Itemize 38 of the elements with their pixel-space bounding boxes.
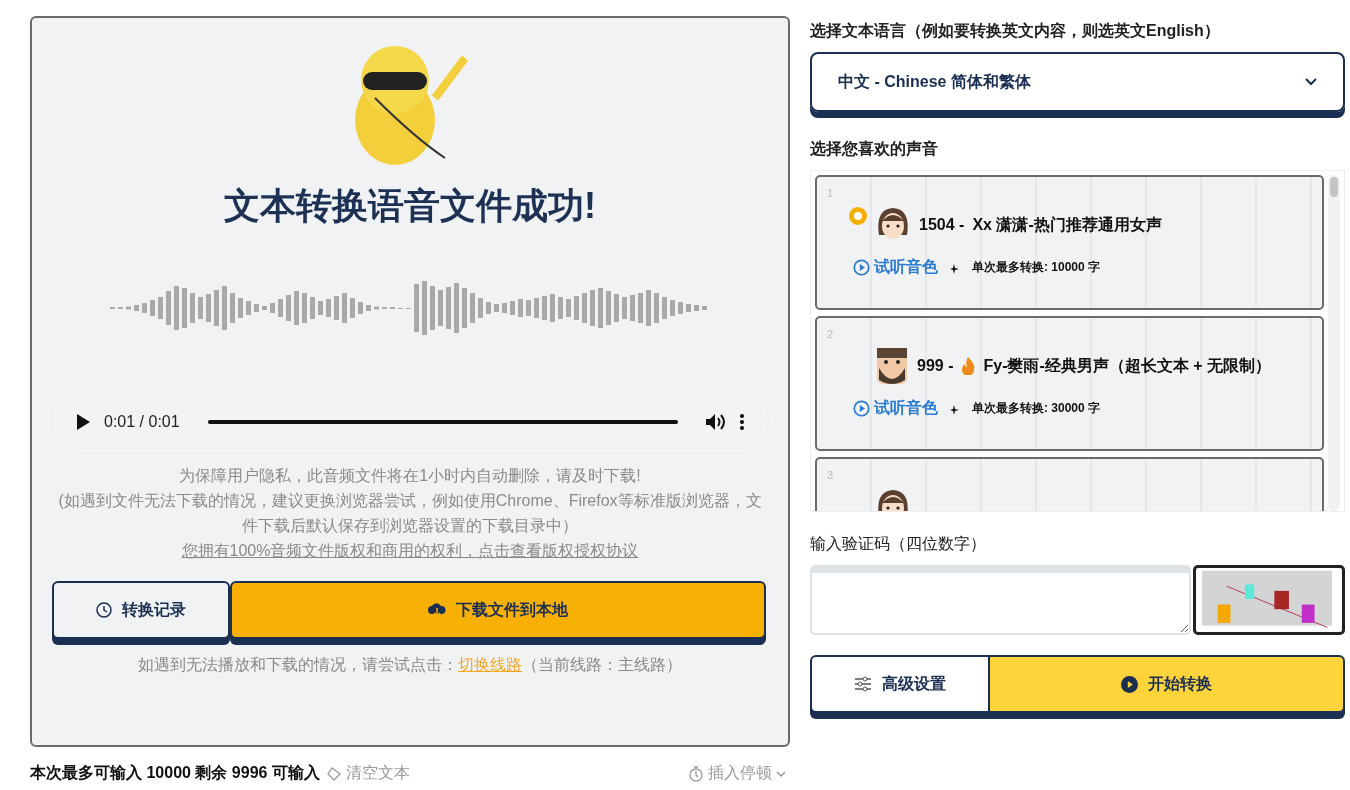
language-label: 选择文本语言（例如要转换英文内容，则选英文English） — [810, 21, 1221, 41]
playback-time: 0:01 / 0:01 — [104, 413, 180, 431]
chevron-down-icon — [1305, 78, 1317, 86]
more-icon[interactable] — [740, 414, 744, 430]
scrollbar[interactable] — [1328, 175, 1340, 511]
voice-code: 1504 - — [919, 216, 965, 234]
chevron-down-icon — [776, 769, 786, 778]
listen-link[interactable]: 试听音色 — [853, 398, 938, 419]
voice-code: 999 - — [917, 357, 954, 375]
voice-label: 选择您喜欢的声音 — [810, 139, 939, 159]
current-route-text: （当前线路：主线路） — [522, 655, 682, 675]
play-circle-icon — [1121, 675, 1138, 693]
conversion-limit: 单次最多转换: 10000 字 — [972, 259, 1101, 276]
route-hint-text: 如遇到无法播放和下载的情况，请尝试点击： — [138, 655, 458, 675]
volume-icon[interactable] — [706, 413, 726, 431]
captcha-label: 输入验证码（四位数字） — [810, 534, 987, 554]
notice-text: (如遇到文件无法下载的情况，建议更换浏览器尝试，例如使用Chrome、Firefox等标准版浏览器，文件下载后默认保存到浏览器设置的下载目录中） — [57, 491, 763, 536]
timer-icon — [688, 765, 704, 782]
eraser-icon — [325, 766, 342, 781]
radio-button[interactable] — [849, 207, 867, 225]
captcha-input[interactable] — [810, 565, 1192, 635]
success-title: 文本转换语音文件成功! — [224, 184, 596, 228]
conversion-limit: 单次最多转换: 30000 字 — [972, 400, 1101, 417]
voice-name: Xx 潇潇-热门推荐通用女声 — [972, 214, 1162, 235]
play-icon[interactable] — [76, 414, 90, 430]
captcha-image[interactable] — [1193, 565, 1345, 635]
play-circle-icon — [853, 400, 870, 417]
bearded-man-avatar — [875, 346, 909, 386]
clock-icon — [96, 602, 112, 618]
sliders-icon — [854, 676, 872, 692]
selected-language: 中文 - Chinese 简体和繁体 — [838, 71, 1031, 92]
play-circle-icon — [853, 259, 870, 276]
notice-text: 为保障用户隐私，此音频文件将在1小时内自动删除，请及时下载! — [179, 466, 641, 486]
voice-name: Fy-樊雨-经典男声（超长文本 + 无限制） — [983, 355, 1272, 376]
audio-player[interactable]: 0:01 / 0:01 — [52, 391, 768, 453]
listen-link[interactable]: 试听音色 — [853, 257, 938, 278]
card-number: 3 — [827, 469, 834, 481]
character-counter: 本次最多可输入 10000 剩余 9996 可输入 — [30, 763, 320, 783]
